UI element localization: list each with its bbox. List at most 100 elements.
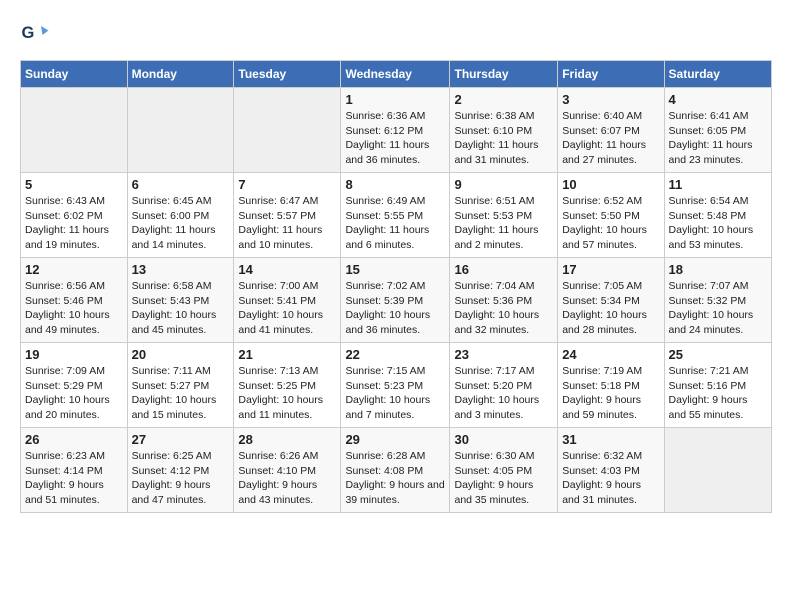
day-info: Sunrise: 7:04 AM Sunset: 5:36 PM Dayligh… <box>454 279 553 338</box>
day-number: 13 <box>132 262 230 277</box>
calendar-cell <box>664 428 771 513</box>
day-info: Sunrise: 7:15 AM Sunset: 5:23 PM Dayligh… <box>345 364 445 423</box>
day-info: Sunrise: 7:13 AM Sunset: 5:25 PM Dayligh… <box>238 364 336 423</box>
calendar-cell: 2 Sunrise: 6:38 AM Sunset: 6:10 PM Daylig… <box>450 88 558 173</box>
day-info: Sunrise: 6:26 AM Sunset: 4:10 PM Dayligh… <box>238 449 336 508</box>
day-number: 31 <box>562 432 659 447</box>
day-number: 23 <box>454 347 553 362</box>
day-number: 30 <box>454 432 553 447</box>
calendar-cell: 15 Sunrise: 7:02 AM Sunset: 5:39 PM Dayli… <box>341 258 450 343</box>
day-number: 21 <box>238 347 336 362</box>
day-info: Sunrise: 7:07 AM Sunset: 5:32 PM Dayligh… <box>669 279 767 338</box>
day-number: 9 <box>454 177 553 192</box>
calendar-cell: 4Sunrise: 6:41 AM Sunset: 6:05 PM Daylig… <box>664 88 771 173</box>
day-info: Sunrise: 7:11 AM Sunset: 5:27 PM Dayligh… <box>132 364 230 423</box>
calendar-cell: 30 Sunrise: 6:30 AM Sunset: 4:05 PM Dayli… <box>450 428 558 513</box>
calendar-cell: 12 Sunrise: 6:56 AM Sunset: 5:46 PM Dayli… <box>21 258 128 343</box>
week-row-4: 19 Sunrise: 7:09 AM Sunset: 5:29 PM Dayli… <box>21 343 772 428</box>
calendar-cell: 29Sunrise: 6:28 AM Sunset: 4:08 PM Dayli… <box>341 428 450 513</box>
calendar-cell: 8 Sunrise: 6:49 AM Sunset: 5:55 PM Daylig… <box>341 173 450 258</box>
calendar-cell: 5 Sunrise: 6:43 AM Sunset: 6:02 PM Daylig… <box>21 173 128 258</box>
calendar-cell: 25 Sunrise: 7:21 AM Sunset: 5:16 PM Dayli… <box>664 343 771 428</box>
day-number: 14 <box>238 262 336 277</box>
calendar-cell: 23 Sunrise: 7:17 AM Sunset: 5:20 PM Dayli… <box>450 343 558 428</box>
day-info: Sunrise: 6:25 AM Sunset: 4:12 PM Dayligh… <box>132 449 230 508</box>
logo: G <box>20 20 54 50</box>
day-info: Sunrise: 6:30 AM Sunset: 4:05 PM Dayligh… <box>454 449 553 508</box>
calendar-cell <box>21 88 128 173</box>
days-of-week-row: SundayMondayTuesdayWednesdayThursdayFrid… <box>21 61 772 88</box>
day-number: 17 <box>562 262 659 277</box>
day-info: Sunrise: 6:56 AM Sunset: 5:46 PM Dayligh… <box>25 279 123 338</box>
calendar-cell: 9 Sunrise: 6:51 AM Sunset: 5:53 PM Daylig… <box>450 173 558 258</box>
day-info: Sunrise: 6:58 AM Sunset: 5:43 PM Dayligh… <box>132 279 230 338</box>
calendar-cell: 20 Sunrise: 7:11 AM Sunset: 5:27 PM Dayli… <box>127 343 234 428</box>
week-row-2: 5 Sunrise: 6:43 AM Sunset: 6:02 PM Daylig… <box>21 173 772 258</box>
day-number: 8 <box>345 177 445 192</box>
day-info: Sunrise: 6:43 AM Sunset: 6:02 PM Dayligh… <box>25 194 123 253</box>
calendar-cell: 22 Sunrise: 7:15 AM Sunset: 5:23 PM Dayli… <box>341 343 450 428</box>
day-info: Sunrise: 7:19 AM Sunset: 5:18 PM Dayligh… <box>562 364 659 423</box>
svg-text:G: G <box>22 24 35 42</box>
calendar-cell: 19 Sunrise: 7:09 AM Sunset: 5:29 PM Dayli… <box>21 343 128 428</box>
day-of-week-wednesday: Wednesday <box>341 61 450 88</box>
day-number: 7 <box>238 177 336 192</box>
day-number: 5 <box>25 177 123 192</box>
day-info: Sunrise: 6:52 AM Sunset: 5:50 PM Dayligh… <box>562 194 659 253</box>
day-number: 29 <box>345 432 445 447</box>
calendar-cell: 26Sunrise: 6:23 AM Sunset: 4:14 PM Dayli… <box>21 428 128 513</box>
day-info: Sunrise: 7:17 AM Sunset: 5:20 PM Dayligh… <box>454 364 553 423</box>
day-number: 25 <box>669 347 767 362</box>
day-number: 28 <box>238 432 336 447</box>
calendar-cell: 14 Sunrise: 7:00 AM Sunset: 5:41 PM Dayli… <box>234 258 341 343</box>
day-number: 2 <box>454 92 553 107</box>
calendar-table: SundayMondayTuesdayWednesdayThursdayFrid… <box>20 60 772 513</box>
calendar-cell: 3Sunrise: 6:40 AM Sunset: 6:07 PM Daylig… <box>558 88 664 173</box>
week-row-1: 1 Sunrise: 6:36 AM Sunset: 6:12 PM Daylig… <box>21 88 772 173</box>
calendar-header: SundayMondayTuesdayWednesdayThursdayFrid… <box>21 61 772 88</box>
day-of-week-saturday: Saturday <box>664 61 771 88</box>
day-info: Sunrise: 6:41 AM Sunset: 6:05 PM Dayligh… <box>669 109 767 168</box>
day-number: 22 <box>345 347 445 362</box>
calendar-cell: 11Sunrise: 6:54 AM Sunset: 5:48 PM Dayli… <box>664 173 771 258</box>
day-info: Sunrise: 7:05 AM Sunset: 5:34 PM Dayligh… <box>562 279 659 338</box>
day-of-week-thursday: Thursday <box>450 61 558 88</box>
day-info: Sunrise: 6:36 AM Sunset: 6:12 PM Dayligh… <box>345 109 445 168</box>
day-number: 19 <box>25 347 123 362</box>
day-info: Sunrise: 7:21 AM Sunset: 5:16 PM Dayligh… <box>669 364 767 423</box>
calendar-cell <box>127 88 234 173</box>
day-info: Sunrise: 6:47 AM Sunset: 5:57 PM Dayligh… <box>238 194 336 253</box>
calendar-cell: 10 Sunrise: 6:52 AM Sunset: 5:50 PM Dayli… <box>558 173 664 258</box>
logo-icon: G <box>20 20 50 50</box>
day-info: Sunrise: 6:51 AM Sunset: 5:53 PM Dayligh… <box>454 194 553 253</box>
calendar-cell: 24Sunrise: 7:19 AM Sunset: 5:18 PM Dayli… <box>558 343 664 428</box>
calendar-cell: 31 Sunrise: 6:32 AM Sunset: 4:03 PM Dayli… <box>558 428 664 513</box>
day-number: 6 <box>132 177 230 192</box>
day-number: 15 <box>345 262 445 277</box>
day-number: 1 <box>345 92 445 107</box>
day-number: 10 <box>562 177 659 192</box>
calendar-cell: 6 Sunrise: 6:45 AM Sunset: 6:00 PM Daylig… <box>127 173 234 258</box>
day-info: Sunrise: 6:45 AM Sunset: 6:00 PM Dayligh… <box>132 194 230 253</box>
day-of-week-sunday: Sunday <box>21 61 128 88</box>
day-info: Sunrise: 7:09 AM Sunset: 5:29 PM Dayligh… <box>25 364 123 423</box>
day-info: Sunrise: 6:23 AM Sunset: 4:14 PM Dayligh… <box>25 449 123 508</box>
day-info: Sunrise: 7:02 AM Sunset: 5:39 PM Dayligh… <box>345 279 445 338</box>
calendar-cell: 17 Sunrise: 7:05 AM Sunset: 5:34 PM Dayli… <box>558 258 664 343</box>
day-number: 18 <box>669 262 767 277</box>
day-of-week-friday: Friday <box>558 61 664 88</box>
day-info: Sunrise: 6:49 AM Sunset: 5:55 PM Dayligh… <box>345 194 445 253</box>
calendar-cell: 21 Sunrise: 7:13 AM Sunset: 5:25 PM Dayli… <box>234 343 341 428</box>
calendar-cell: 28 Sunrise: 6:26 AM Sunset: 4:10 PM Dayli… <box>234 428 341 513</box>
day-number: 27 <box>132 432 230 447</box>
calendar-cell: 1 Sunrise: 6:36 AM Sunset: 6:12 PM Daylig… <box>341 88 450 173</box>
day-info: Sunrise: 6:38 AM Sunset: 6:10 PM Dayligh… <box>454 109 553 168</box>
day-info: Sunrise: 7:00 AM Sunset: 5:41 PM Dayligh… <box>238 279 336 338</box>
day-info: Sunrise: 6:40 AM Sunset: 6:07 PM Dayligh… <box>562 109 659 168</box>
calendar-cell <box>234 88 341 173</box>
day-number: 12 <box>25 262 123 277</box>
day-number: 20 <box>132 347 230 362</box>
day-number: 11 <box>669 177 767 192</box>
day-of-week-tuesday: Tuesday <box>234 61 341 88</box>
day-info: Sunrise: 6:32 AM Sunset: 4:03 PM Dayligh… <box>562 449 659 508</box>
